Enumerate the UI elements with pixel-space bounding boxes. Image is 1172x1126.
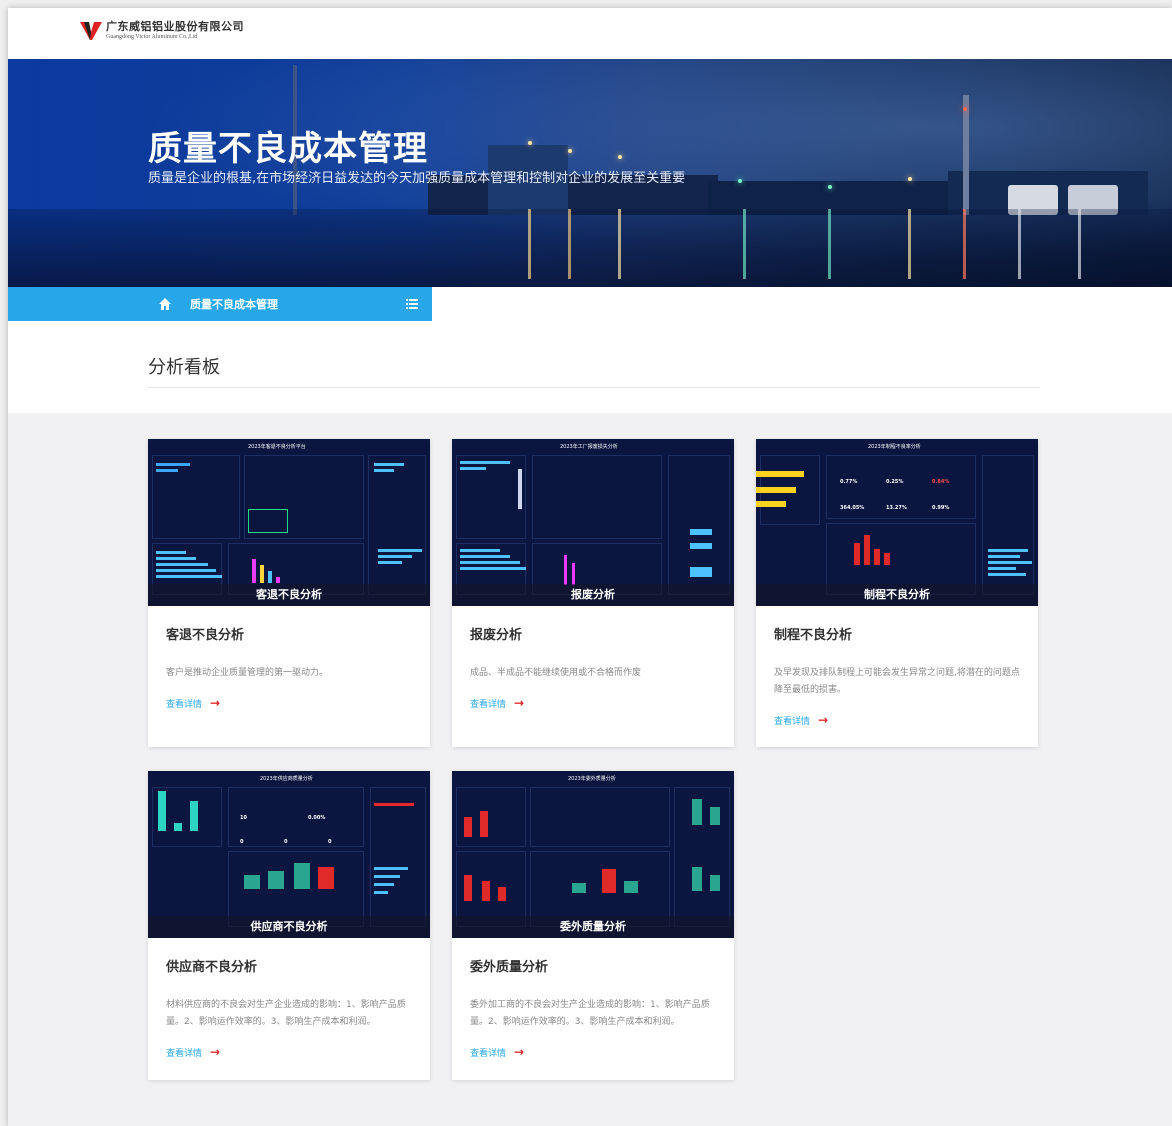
- dashboard-card[interactable]: 2023年委外质量分析 委外质量分析 委外质量分析 委外加工商的不良会对生产企业…: [452, 771, 734, 1080]
- arrow-right-icon: →: [818, 713, 829, 727]
- arrow-right-icon: →: [514, 696, 525, 710]
- arrow-right-icon: →: [210, 696, 221, 710]
- dashboard-thumbnail[interactable]: 2023年制程不良率分析 0.77% 0.25% 0.84% 364.05% 1…: [756, 439, 1038, 606]
- breadcrumb-current[interactable]: 质量不良成本管理: [190, 296, 278, 312]
- section-divider: [148, 387, 1040, 388]
- card-title[interactable]: 供应商不良分析: [166, 956, 412, 975]
- card-description: 材料供应商的不良会对生产企业造成的影响：1、影响产品质量。2、影响运作效率的。3…: [166, 1000, 406, 1027]
- company-name-cn: 广东威铝铝业股份有限公司: [106, 20, 244, 33]
- card-title[interactable]: 制程不良分析: [774, 624, 1020, 643]
- hero-banner: 质量不良成本管理 质量是企业的根基,在市场经济日益发达的今天加强质量成本管理和控…: [8, 59, 1172, 287]
- card-description: 委外加工商的不良会对生产企业造成的影响：1、影响产品质量。2、影响运作效率的。3…: [470, 1000, 710, 1027]
- view-details-link[interactable]: 查看详情 →: [470, 696, 716, 710]
- dashboard-card[interactable]: 2023年供应商质量分析 10 0.00% 0 0 0 供应商不良分析 供应商不…: [148, 771, 430, 1080]
- card-title[interactable]: 客退不良分析: [166, 624, 412, 643]
- view-details-link[interactable]: 查看详情 →: [774, 713, 1020, 727]
- top-header: 广东威铝铝业股份有限公司 Guangdong Victor Aluminum C…: [8, 8, 1172, 59]
- arrow-right-icon: →: [210, 1045, 221, 1059]
- view-details-link[interactable]: 查看详情 →: [166, 696, 412, 710]
- arrow-right-icon: →: [514, 1045, 525, 1059]
- card-description: 客户是推动企业质量管理的第一驱动力。: [166, 668, 329, 678]
- dashboard-card[interactable]: 2023年工厂报废损失分析 报废分析 报废分析 成品、半成品不能继续使用或不合格…: [452, 439, 734, 747]
- dashboard-thumbnail[interactable]: 2023年客退不良分析平台 客退不良分析: [148, 439, 430, 606]
- thumbnail-caption: 报废分析: [452, 584, 734, 606]
- dashboard-card[interactable]: 2023年客退不良分析平台 客退不良分析 客退不良分析 客户是推动企业质量管理的…: [148, 439, 430, 747]
- banner-title: 质量不良成本管理: [148, 129, 428, 169]
- card-description: 成品、半成品不能继续使用或不合格而作废: [470, 668, 642, 678]
- view-details-link[interactable]: 查看详情 →: [470, 1045, 716, 1059]
- section-header: 分析看板: [8, 321, 1172, 413]
- browser-frame: 广东威铝铝业股份有限公司 Guangdong Victor Aluminum C…: [8, 8, 1172, 1126]
- thumbnail-caption: 委外质量分析: [452, 916, 734, 938]
- dashboard-thumbnail[interactable]: 2023年工厂报废损失分析 报废分析: [452, 439, 734, 606]
- list-menu-icon[interactable]: [406, 298, 418, 310]
- company-name-en: Guangdong Victor Aluminum Co.,Ltd: [106, 34, 198, 40]
- view-details-link[interactable]: 查看详情 →: [166, 1045, 412, 1059]
- thumbnail-caption: 供应商不良分析: [148, 916, 430, 938]
- dashboard-thumbnail[interactable]: 2023年委外质量分析 委外质量分析: [452, 771, 734, 938]
- company-logo[interactable]: 广东威铝铝业股份有限公司 Guangdong Victor Aluminum C…: [80, 20, 244, 42]
- card-title[interactable]: 报废分析: [470, 624, 716, 643]
- dashboard-thumbnail[interactable]: 2023年供应商质量分析 10 0.00% 0 0 0 供应商不良分析: [148, 771, 430, 938]
- thumbnail-caption: 客退不良分析: [148, 584, 430, 606]
- banner-subtitle: 质量是企业的根基,在市场经济日益发达的今天加强质量成本管理和控制对企业的发展至关…: [148, 171, 686, 186]
- home-icon[interactable]: [158, 297, 172, 311]
- thumbnail-caption: 制程不良分析: [756, 584, 1038, 606]
- breadcrumb: 质量不良成本管理: [8, 287, 432, 321]
- card-description: 及早发现及排队制程上可能会发生异常之问题,将潜在的问题点降至最低的损害。: [774, 668, 1020, 695]
- card-title[interactable]: 委外质量分析: [470, 956, 716, 975]
- section-title: 分析看板: [148, 357, 220, 378]
- victor-logo-icon: [80, 22, 102, 40]
- dashboard-card[interactable]: 2023年制程不良率分析 0.77% 0.25% 0.84% 364.05% 1…: [756, 439, 1038, 747]
- breadcrumb-bar: 质量不良成本管理: [8, 287, 1172, 321]
